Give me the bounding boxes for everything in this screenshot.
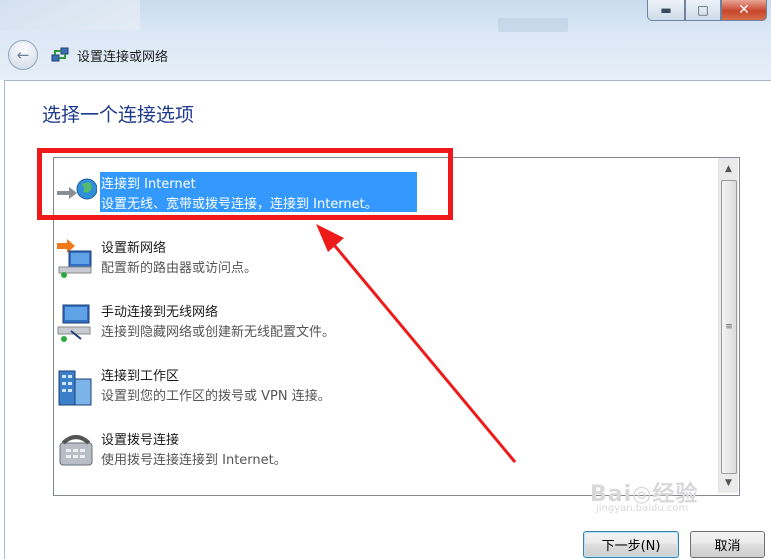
next-button[interactable]: 下一步(N) bbox=[583, 531, 679, 558]
minimize-button[interactable]: ▬ bbox=[647, 0, 685, 21]
background-window-ghost bbox=[0, 0, 140, 30]
window-title: 设置连接或网络 bbox=[77, 50, 169, 65]
page-heading: 选择一个连接选项 bbox=[42, 104, 195, 126]
maximize-button[interactable]: □ bbox=[685, 0, 721, 21]
back-arrow-icon: ← bbox=[16, 46, 30, 64]
phone-modem-icon bbox=[59, 435, 93, 466]
background-window-ghost bbox=[498, 18, 568, 32]
scroll-down-arrow-icon[interactable]: ▼ bbox=[719, 474, 738, 491]
watermark-url: jingyan.baidu.com bbox=[596, 503, 689, 514]
window-controls: ▬ □ ✕ bbox=[647, 0, 767, 22]
scrollbar-thumb[interactable]: ≡ bbox=[721, 180, 737, 474]
network-setup-icon bbox=[51, 47, 69, 62]
window-title-bar: ▬ □ ✕ ← 设置连接或网络 bbox=[0, 0, 771, 80]
annotation-highlight-box bbox=[37, 148, 453, 220]
option-title: 设置拨号连接 bbox=[101, 433, 180, 448]
option-description: 使用拨号连接连接到 Internet。 bbox=[101, 453, 287, 468]
wireless-network-icon bbox=[57, 304, 91, 342]
option-title: 手动连接到无线网络 bbox=[101, 305, 219, 320]
option-dialup-connection[interactable]: 设置拨号连接 使用拨号连接连接到 Internet。 bbox=[55, 429, 475, 473]
option-description: 配置新的路由器或访问点。 bbox=[101, 261, 258, 276]
option-description: 连接到隐藏网络或创建新无线配置文件。 bbox=[101, 325, 336, 340]
back-button[interactable]: ← bbox=[8, 40, 38, 70]
option-new-network[interactable]: 设置新网络 配置新的路由器或访问点。 bbox=[55, 237, 475, 281]
workplace-building-icon bbox=[58, 370, 92, 406]
vertical-scrollbar[interactable]: ▲ ≡ ▼ bbox=[718, 158, 738, 493]
cancel-button[interactable]: 取消 bbox=[690, 531, 765, 558]
option-manual-wireless[interactable]: 手动连接到无线网络 连接到隐藏网络或创建新无线配置文件。 bbox=[55, 301, 475, 345]
option-title: 连接到工作区 bbox=[101, 369, 180, 384]
close-button[interactable]: ✕ bbox=[721, 0, 767, 21]
option-title: 设置新网络 bbox=[101, 241, 167, 256]
new-network-icon bbox=[57, 239, 92, 278]
option-connect-workplace[interactable]: 连接到工作区 设置到您的工作区的拨号或 VPN 连接。 bbox=[55, 365, 475, 409]
option-description: 设置到您的工作区的拨号或 VPN 连接。 bbox=[101, 389, 331, 404]
scroll-up-arrow-icon[interactable]: ▲ bbox=[719, 160, 738, 177]
